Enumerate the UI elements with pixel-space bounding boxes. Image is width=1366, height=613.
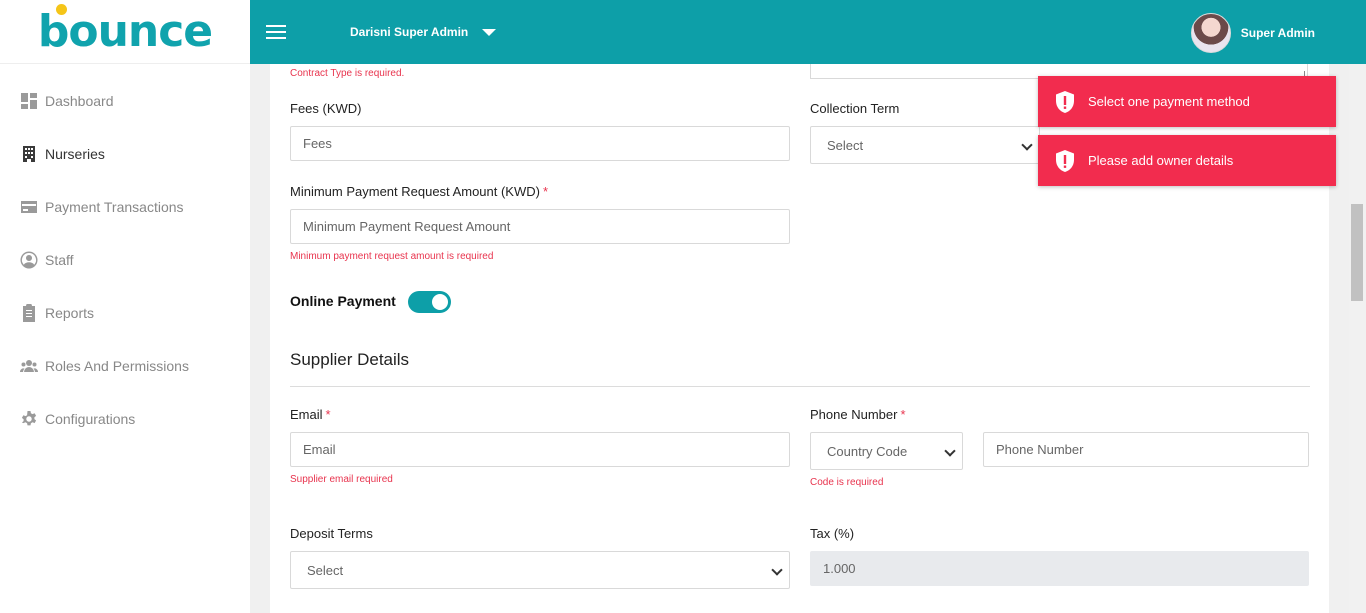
- sidebar-item-label: Nurseries: [45, 145, 105, 162]
- page-scrollbar[interactable]: [1349, 64, 1366, 613]
- email-input[interactable]: Email: [290, 432, 790, 467]
- tax-input: 1.000: [810, 551, 1309, 586]
- sidebar-item-staff[interactable]: Staff: [0, 233, 250, 286]
- sidebar-item-payment-transactions[interactable]: Payment Transactions: [0, 180, 250, 233]
- deposit-terms-label: Deposit Terms: [290, 526, 373, 541]
- toast-message: Please add owner details: [1088, 153, 1234, 168]
- sidebar-item-label: Payment Transactions: [45, 198, 184, 215]
- min-payment-error: Minimum payment request amount is requir…: [290, 251, 494, 262]
- user-circle-icon: [20, 251, 38, 269]
- sidebar-item-label: Dashboard: [45, 92, 114, 109]
- sidebar-item-nurseries[interactable]: Nurseries: [0, 127, 250, 180]
- toast-message: Select one payment method: [1088, 94, 1250, 109]
- phone-number-input[interactable]: Phone Number: [983, 432, 1309, 467]
- sidebar-item-label: Reports: [45, 304, 95, 321]
- fees-input[interactable]: Fees: [290, 126, 790, 161]
- sidebar-item-configurations[interactable]: Configurations: [0, 392, 250, 445]
- country-code-select[interactable]: Country Code: [810, 432, 963, 470]
- shield-alert-icon: [1054, 149, 1076, 173]
- credit-card-icon: [20, 198, 38, 216]
- required-mark: *: [542, 184, 549, 199]
- contract-type-error: Contract Type is required.: [290, 68, 405, 79]
- fees-label: Fees (KWD): [290, 101, 362, 116]
- tenant-name: Darisni Super Admin: [350, 25, 469, 39]
- deposit-terms-select[interactable]: Select: [290, 551, 790, 589]
- min-payment-label-text: Minimum Payment Request Amount (KWD): [290, 184, 540, 199]
- tenant-switcher[interactable]: Darisni Super Admin: [350, 25, 497, 39]
- phone-label: Phone Number *: [810, 407, 906, 422]
- required-mark: *: [325, 407, 331, 422]
- online-payment-label: Online Payment: [290, 293, 396, 309]
- phone-label-text: Phone Number: [810, 407, 898, 422]
- menu-toggle-icon[interactable]: [266, 25, 286, 39]
- avatar: [1190, 13, 1231, 53]
- section-divider: [290, 386, 1310, 387]
- supplier-section-title: Supplier Details: [290, 350, 410, 369]
- sidebar-item-dashboard[interactable]: Dashboard: [0, 74, 250, 127]
- user-menu[interactable]: Super Admin: [1190, 13, 1315, 53]
- tax-label: Tax (%): [810, 526, 855, 541]
- min-payment-label: Minimum Payment Request Amount (KWD) *: [290, 184, 548, 199]
- country-code-error: Code is required: [810, 477, 884, 488]
- collection-term-label: Collection Term: [810, 101, 900, 116]
- sidebar-nav: Dashboard Nurseries Payment Transactions…: [0, 74, 250, 445]
- sidebar-item-reports[interactable]: Reports: [0, 286, 250, 339]
- email-label: Email *: [290, 407, 331, 422]
- sidebar-item-label: Staff: [45, 251, 74, 268]
- toast-error[interactable]: Please add owner details: [1038, 135, 1336, 186]
- sidebar-item-roles-and-permissions[interactable]: Roles And Permissions: [0, 339, 250, 392]
- user-name: Super Admin: [1240, 26, 1315, 40]
- top-header: Darisni Super Admin Super Admin: [250, 0, 1366, 64]
- min-payment-input[interactable]: Minimum Payment Request Amount: [290, 209, 790, 244]
- email-error: Supplier email required: [290, 474, 393, 485]
- sidebar-item-label: Roles And Permissions: [45, 357, 189, 374]
- logo-area[interactable]: bounce: [0, 0, 250, 64]
- building-icon: [20, 145, 38, 163]
- toast-error[interactable]: Select one payment method: [1038, 76, 1336, 127]
- sidebar: bounce Dashboard Nurseries Payment Trans…: [0, 0, 250, 613]
- required-mark: *: [900, 407, 906, 422]
- toggle-knob: [432, 294, 448, 310]
- users-group-icon: [20, 357, 38, 375]
- clipboard-icon: [20, 303, 38, 322]
- email-label-text: Email: [290, 407, 323, 422]
- gear-icon: [20, 410, 38, 428]
- caret-down-icon: [482, 28, 497, 36]
- logo-dot: [55, 4, 67, 15]
- scrollbar-thumb[interactable]: [1351, 204, 1363, 301]
- online-payment-toggle[interactable]: [408, 291, 451, 313]
- sidebar-item-label: Configurations: [45, 410, 136, 427]
- dashboard-icon: [20, 92, 38, 110]
- shield-alert-icon: [1054, 90, 1076, 114]
- collection-term-select[interactable]: Select: [810, 126, 1040, 164]
- logo[interactable]: bounce: [38, 4, 213, 57]
